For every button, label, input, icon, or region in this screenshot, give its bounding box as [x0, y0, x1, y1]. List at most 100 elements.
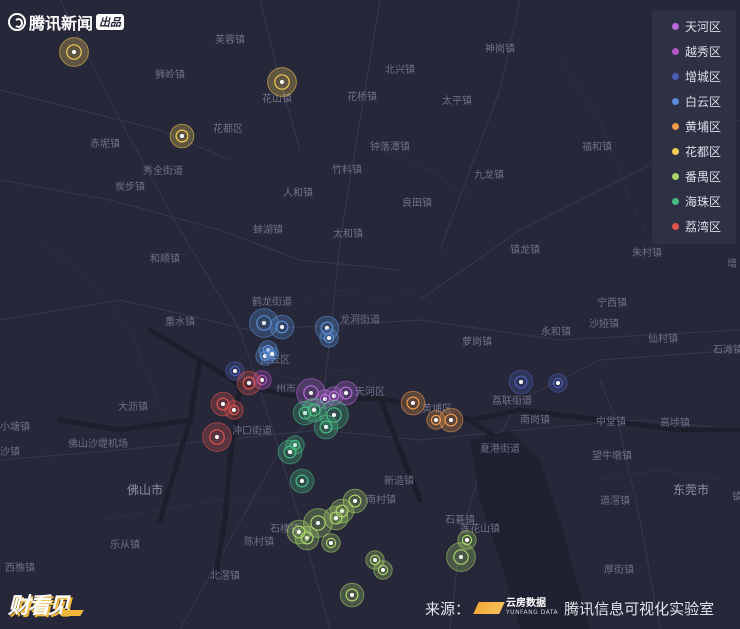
town-label: 沖口街道: [232, 424, 272, 437]
yunfang-name-cn: 云房数据: [506, 598, 547, 609]
town-label: 道滘镇: [600, 494, 630, 507]
town-label: 和顺镇: [150, 252, 180, 265]
marker-center: [324, 425, 328, 429]
caikanjian-logo: 财看见: [8, 588, 84, 620]
district-marker[interactable]: [457, 530, 477, 550]
town-label: 南村镇: [366, 493, 396, 506]
town-label: 仙村镇: [648, 332, 678, 345]
marker-center: [449, 418, 453, 422]
legend-dot-icon: [672, 223, 679, 230]
district-marker[interactable]: [236, 370, 262, 396]
marker-center: [411, 401, 415, 405]
town-label: 竹料镇: [332, 163, 362, 176]
town-label: 沙镇: [0, 445, 20, 458]
map-canvas[interactable]: 芙蓉镇神岗镇狮岭镇 北兴镇花山镇 花桥镇 太平镇花都区赤坭镇 钟落潭镇 福和镇秀全街道 竹料…: [0, 0, 740, 629]
town-label: 中堂镇: [596, 415, 626, 428]
district-marker[interactable]: [277, 439, 303, 465]
marker-center: [215, 435, 219, 439]
district-marker[interactable]: [289, 468, 315, 494]
legend-label: 花都区: [685, 145, 722, 159]
district-marker[interactable]: [319, 328, 339, 348]
map-stage: 芙蓉镇 神岗镇 狮岭镇 北兴镇 花山镇 花桥镇 太平镇 花都区 赤坭镇 钟落潭镇 福和镇 秀全街道 竹料…: [0, 0, 740, 629]
town-label: 镇: [732, 490, 740, 503]
marker-center: [332, 413, 336, 417]
source-prefix: 来源：: [425, 599, 471, 618]
legend-dot-icon: [672, 98, 679, 105]
district-marker[interactable]: [267, 67, 297, 97]
town-label: 天河区: [355, 386, 385, 398]
legend-dot-icon: [672, 123, 679, 130]
town-label: 望牛墩镇: [592, 449, 632, 462]
district-marker[interactable]: [169, 123, 195, 149]
town-label: 重水镇: [165, 315, 195, 328]
district-marker[interactable]: [373, 560, 393, 580]
town-label: 宁西镇: [597, 296, 627, 309]
marker-center: [180, 134, 184, 138]
tencent-news-logo-icon: [8, 13, 26, 31]
marker-center: [221, 402, 225, 406]
district-marker[interactable]: [548, 373, 568, 393]
district-marker[interactable]: [59, 37, 89, 67]
district-marker[interactable]: [339, 582, 365, 608]
district-marker[interactable]: [508, 369, 534, 395]
district-marker[interactable]: [264, 346, 280, 362]
town-label: 厚街镇: [604, 563, 634, 576]
marker-center: [280, 325, 284, 329]
marker-center: [327, 336, 331, 340]
town-label: 增: [727, 257, 737, 270]
marker-center: [297, 530, 301, 534]
district-marker[interactable]: [438, 407, 464, 433]
legend-label: 番禺区: [685, 170, 722, 184]
legend-label: 天河区: [685, 20, 722, 34]
town-label: 大沥镇: [118, 400, 148, 413]
legend-item[interactable]: 荔湾区: [652, 214, 736, 239]
legend-item[interactable]: 白云区: [652, 89, 736, 114]
town-label: 花桥镇: [347, 90, 377, 103]
town-label: 沙娅镇: [589, 317, 619, 330]
brand-header: 腾讯新闻 出品: [8, 9, 125, 35]
logo-swoosh-icon: [60, 610, 84, 616]
source-suffix: 腾讯信息可视化实验室: [564, 599, 715, 618]
marker-center: [334, 516, 338, 520]
district-marker[interactable]: [286, 519, 312, 545]
marker-center: [288, 450, 292, 454]
district-marker[interactable]: [400, 390, 426, 416]
town-label: 太和镇: [333, 227, 363, 240]
marker-center: [381, 568, 385, 572]
legend-item[interactable]: 海珠区: [652, 189, 736, 214]
town-label: 小塘镇: [0, 420, 30, 433]
town-label: 狮岭镇: [155, 68, 185, 81]
town-label: 高埗镇: [660, 416, 690, 429]
district-marker[interactable]: [313, 414, 339, 440]
marker-center: [309, 391, 313, 395]
legend-label: 荔湾区: [685, 220, 722, 234]
marker-center: [262, 321, 266, 325]
legend-item[interactable]: 越秀区: [652, 39, 736, 64]
town-label: 西樵镇: [5, 561, 35, 574]
town-label: 新造镇: [384, 474, 414, 487]
town-label: 朱村镇: [632, 246, 662, 259]
brand-name: 腾讯新闻: [29, 14, 94, 33]
legend-item[interactable]: 天河区: [652, 14, 736, 39]
legend-item[interactable]: 黄埔区: [652, 114, 736, 139]
bottom-logo-text: 财看见: [8, 594, 70, 619]
district-marker[interactable]: [202, 422, 232, 452]
town-label: 龙洞街道: [340, 313, 380, 326]
town-label: 佛山沙堤机场: [68, 437, 128, 450]
marker-center: [280, 80, 284, 84]
marker-center: [312, 408, 316, 412]
town-label: 神岗镇: [485, 42, 515, 55]
town-label: 蚌湖镇: [253, 223, 283, 236]
marker-center: [556, 381, 560, 385]
district-marker[interactable]: [321, 533, 341, 553]
marker-center: [300, 479, 304, 483]
marker-center: [344, 391, 348, 395]
legend-item[interactable]: 增城区: [652, 64, 736, 89]
legend-item[interactable]: 番禺区: [652, 164, 736, 189]
town-label: 州市: [276, 382, 296, 395]
marker-center: [353, 499, 357, 503]
town-label: 荔联街道: [492, 394, 532, 407]
district-marker[interactable]: [224, 400, 244, 420]
district-marker[interactable]: [269, 314, 295, 340]
legend-item[interactable]: 花都区: [652, 139, 736, 164]
